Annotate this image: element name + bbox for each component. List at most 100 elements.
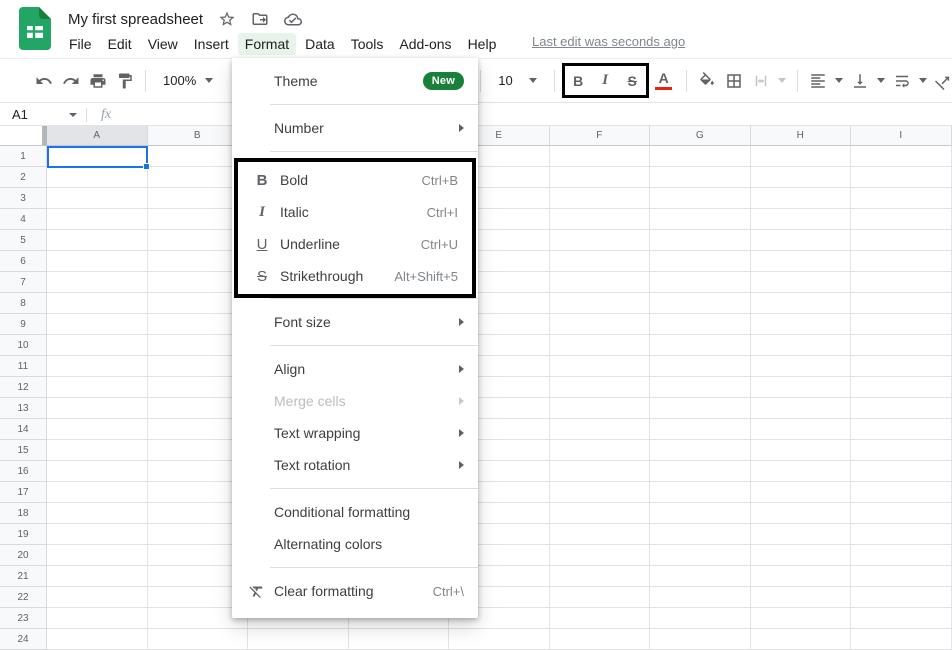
cell-g5[interactable] <box>650 230 751 251</box>
fill-color-button[interactable] <box>694 66 721 96</box>
print-button[interactable] <box>84 66 111 96</box>
row-header-21[interactable]: 21 <box>0 566 47 587</box>
cell-h20[interactable] <box>751 545 852 566</box>
cell-h13[interactable] <box>751 398 852 419</box>
row-header-18[interactable]: 18 <box>0 503 47 524</box>
cell-g21[interactable] <box>650 566 751 587</box>
row-header-10[interactable]: 10 <box>0 335 47 356</box>
bold-button[interactable]: B <box>565 66 592 95</box>
row-header-16[interactable]: 16 <box>0 461 47 482</box>
row-header-5[interactable]: 5 <box>0 230 47 251</box>
cell-g19[interactable] <box>650 524 751 545</box>
cell-h10[interactable] <box>751 335 852 356</box>
cell-h17[interactable] <box>751 482 852 503</box>
cell-a18[interactable] <box>47 503 148 524</box>
row-header-8[interactable]: 8 <box>0 293 47 314</box>
cell-g1[interactable] <box>650 146 751 167</box>
menubar-item-view[interactable]: View <box>141 33 185 55</box>
cell-h15[interactable] <box>751 440 852 461</box>
row-header-22[interactable]: 22 <box>0 587 47 608</box>
zoom-select[interactable]: 100% <box>153 66 223 96</box>
menubar-item-insert[interactable]: Insert <box>187 33 236 55</box>
redo-button[interactable] <box>57 66 84 96</box>
cell-h21[interactable] <box>751 566 852 587</box>
menu-item-text-wrapping[interactable]: Text wrapping <box>232 417 478 449</box>
cell-i1[interactable] <box>851 146 952 167</box>
borders-button[interactable] <box>721 66 748 96</box>
cell-a21[interactable] <box>47 566 148 587</box>
cell-i23[interactable] <box>851 608 952 629</box>
last-edit-link[interactable]: Last edit was seconds ago <box>532 34 685 49</box>
cell-i6[interactable] <box>851 251 952 272</box>
cell-f11[interactable] <box>550 356 651 377</box>
cell-a10[interactable] <box>47 335 148 356</box>
cell-i4[interactable] <box>851 209 952 230</box>
cell-f18[interactable] <box>550 503 651 524</box>
cell-a4[interactable] <box>47 209 148 230</box>
row-header-3[interactable]: 3 <box>0 188 47 209</box>
text-rotation-button[interactable] <box>931 66 952 96</box>
row-header-20[interactable]: 20 <box>0 545 47 566</box>
cell-f19[interactable] <box>550 524 651 545</box>
cell-f23[interactable] <box>550 608 651 629</box>
menu-item-strikethrough[interactable]: SStrikethroughAlt+Shift+5 <box>238 260 472 292</box>
cell-h23[interactable] <box>751 608 852 629</box>
cell-g14[interactable] <box>650 419 751 440</box>
cell-f13[interactable] <box>550 398 651 419</box>
fill-handle[interactable] <box>143 163 150 170</box>
row-header-14[interactable]: 14 <box>0 419 47 440</box>
cell-g7[interactable] <box>650 272 751 293</box>
cell-a19[interactable] <box>47 524 148 545</box>
cell-h19[interactable] <box>751 524 852 545</box>
cell-g9[interactable] <box>650 314 751 335</box>
cell-b24[interactable] <box>148 629 249 650</box>
cell-f4[interactable] <box>550 209 651 230</box>
cell-i5[interactable] <box>851 230 952 251</box>
menubar-item-help[interactable]: Help <box>461 33 504 55</box>
column-header-h[interactable]: H <box>751 126 852 146</box>
cell-h6[interactable] <box>751 251 852 272</box>
cell-h8[interactable] <box>751 293 852 314</box>
cell-a8[interactable] <box>47 293 148 314</box>
cell-g15[interactable] <box>650 440 751 461</box>
text-wrapping-button[interactable] <box>889 66 927 96</box>
cell-f15[interactable] <box>550 440 651 461</box>
cell-a7[interactable] <box>47 272 148 293</box>
cell-g23[interactable] <box>650 608 751 629</box>
cell-h4[interactable] <box>751 209 852 230</box>
menu-item-conditional-formatting[interactable]: Conditional formatting <box>232 496 478 528</box>
cell-a20[interactable] <box>47 545 148 566</box>
row-header-2[interactable]: 2 <box>0 167 47 188</box>
cell-g6[interactable] <box>650 251 751 272</box>
cell-h22[interactable] <box>751 587 852 608</box>
cell-f6[interactable] <box>550 251 651 272</box>
cell-a24[interactable] <box>47 629 148 650</box>
cell-g17[interactable] <box>650 482 751 503</box>
cell-h11[interactable] <box>751 356 852 377</box>
document-title[interactable]: My first spreadsheet <box>68 11 203 28</box>
cell-i11[interactable] <box>851 356 952 377</box>
cell-h14[interactable] <box>751 419 852 440</box>
star-icon[interactable] <box>218 10 236 28</box>
row-header-7[interactable]: 7 <box>0 272 47 293</box>
cloud-saved-icon[interactable] <box>284 10 302 28</box>
column-header-i[interactable]: I <box>851 126 952 146</box>
cell-f21[interactable] <box>550 566 651 587</box>
cell-f22[interactable] <box>550 587 651 608</box>
menu-item-bold[interactable]: BBoldCtrl+B <box>238 164 472 196</box>
row-header-19[interactable]: 19 <box>0 524 47 545</box>
italic-button[interactable]: I <box>592 66 619 95</box>
row-header-4[interactable]: 4 <box>0 209 47 230</box>
cell-g20[interactable] <box>650 545 751 566</box>
sheets-logo-icon[interactable] <box>19 7 51 50</box>
move-folder-icon[interactable] <box>251 10 269 28</box>
cell-f14[interactable] <box>550 419 651 440</box>
menubar-item-add-ons[interactable]: Add-ons <box>392 33 458 55</box>
cell-f7[interactable] <box>550 272 651 293</box>
column-header-a[interactable]: A <box>47 126 148 146</box>
cell-h2[interactable] <box>751 167 852 188</box>
cell-g8[interactable] <box>650 293 751 314</box>
text-color-button[interactable]: A <box>649 66 679 96</box>
paint-format-button[interactable] <box>111 66 138 96</box>
cell-f8[interactable] <box>550 293 651 314</box>
